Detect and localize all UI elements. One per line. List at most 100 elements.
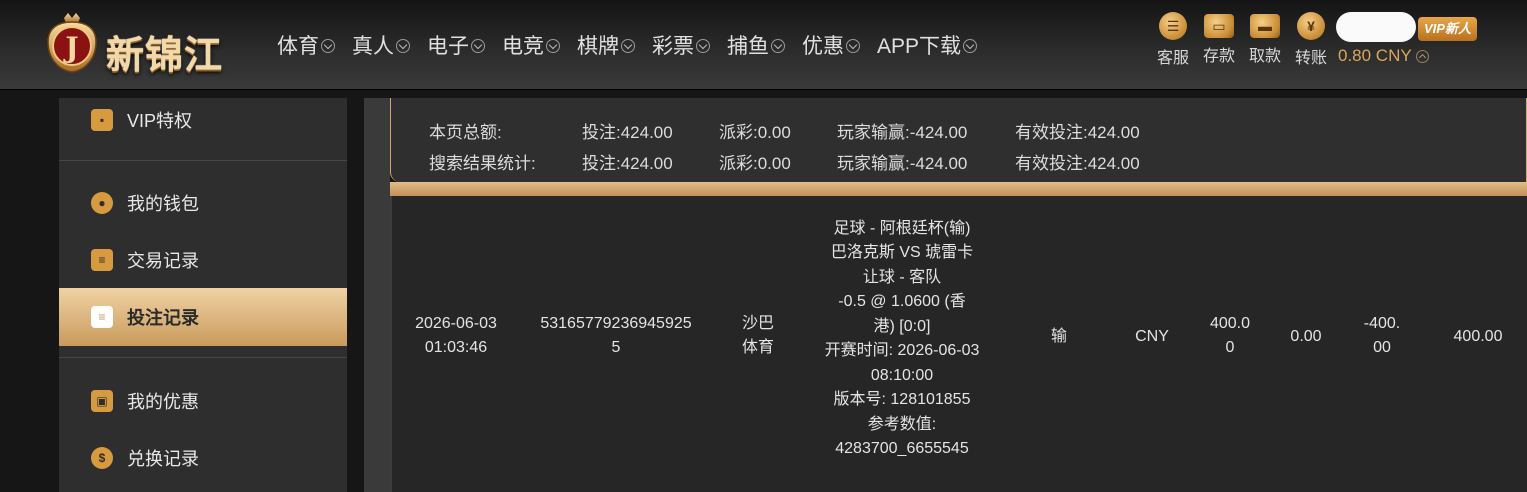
logo-emblem-icon: J [47, 13, 97, 73]
nav-app-download[interactable]: APP下载 [877, 30, 978, 60]
bet-amount-cell: 400.0 0 [1200, 306, 1260, 366]
detail-line: 08:10:00 [870, 366, 934, 384]
table-header-bar [390, 182, 1527, 196]
summary-bet: 投注:424.00 [582, 123, 673, 142]
summary-payout: 派彩:0.00 [719, 123, 791, 142]
sidebar-item-promotions[interactable]: ▣ 我的优惠 [59, 372, 347, 430]
deposit-button[interactable]: ▭ 存款 [1196, 12, 1242, 68]
transfer-button[interactable]: ¥ 转账 [1288, 12, 1334, 68]
nav-label: 电竞 [502, 35, 544, 58]
sidebar-item-transactions[interactable]: ≡ 交易记录 [59, 231, 347, 289]
username-pill[interactable] [1336, 12, 1416, 42]
bet-slip-icon: ≡ [91, 306, 113, 328]
sidebar-item-label: VIP特权 [127, 111, 193, 131]
bet-amount: 400.0 [1209, 314, 1251, 332]
gift-bag-icon: ▣ [91, 390, 113, 412]
account-sidebar: ▪ VIP特权 ● 我的钱包 ≡ 交易记录 ≡ 投注记录 ▣ 我的优惠 $ 兑换… [59, 98, 347, 492]
logo-text: 新锦江 [106, 32, 224, 77]
piggy-bank-icon: ● [91, 192, 113, 214]
sidebar-item-label: 我的优惠 [127, 392, 199, 412]
detail-line: 参考数值: [867, 415, 937, 433]
nav-label: 棋牌 [577, 35, 619, 58]
nav-fishing[interactable]: 捕鱼 [727, 30, 785, 60]
yen-icon: ¥ [1297, 12, 1325, 40]
sidebar-item-wallet[interactable]: ● 我的钱包 [59, 174, 347, 232]
vip-badge: VIP新人 [1418, 17, 1477, 41]
chevron-down-icon [963, 39, 978, 53]
winloss-cell: -400. 00 [1352, 306, 1412, 366]
bet-time: 01:03:46 [424, 339, 488, 356]
nav-sports[interactable]: 体育 [277, 30, 335, 60]
account-tools: ☰ 客服 ▭ 存款 ▬ 取款 ¥ 转账 [1150, 12, 1334, 68]
chevron-down-icon [546, 39, 560, 53]
winloss-amount: -400. [1363, 314, 1401, 332]
chevron-down-icon [396, 39, 410, 53]
svg-text:J: J [62, 31, 78, 64]
chevron-down-icon [696, 39, 710, 53]
detail-line: 开赛时间: 2026-06-03 [824, 342, 980, 359]
main-nav: 体育 真人 电子 电竞 棋牌 彩票 捕鱼 优惠 APP下载 [277, 30, 994, 60]
sidebar-item-bet-records[interactable]: ≡ 投注记录 [59, 288, 347, 346]
nav-promotions[interactable]: 优惠 [802, 30, 860, 60]
order-number-cell[interactable]: 53165779236945925 5 [532, 306, 700, 366]
bet-details-cell: 足球 - 阿根廷杯(输) 巴洛克斯 VS 琥雷卡 让球 - 客队 -0.5 @ … [804, 214, 1000, 464]
nav-lottery[interactable]: 彩票 [652, 30, 710, 60]
nav-cards[interactable]: 棋牌 [577, 30, 635, 60]
chat-icon: ☰ [1159, 12, 1187, 40]
nav-label: 电子 [427, 35, 469, 58]
order-number: 53165779236945925 [540, 314, 692, 332]
detail-line: 让球 - 客队 [862, 268, 942, 286]
summary-valid-bet: 有效投注:424.00 [1015, 154, 1140, 173]
bet-time-cell: 2026-06-03 01:03:46 [400, 306, 512, 366]
order-number-tail: 5 [611, 339, 621, 356]
nav-label: 彩票 [652, 35, 694, 58]
summary-winloss: 玩家输赢:-424.00 [837, 154, 968, 173]
nav-esports[interactable]: 电竞 [502, 30, 560, 60]
nav-live-casino[interactable]: 真人 [352, 30, 410, 60]
detail-line: 4283700_6655545 [835, 440, 969, 457]
payout-cell: 0.00 [1290, 327, 1322, 345]
summary-payout: 派彩:0.00 [719, 154, 791, 173]
platform-type: 体育 [741, 339, 774, 356]
bet-records-table: 2026-06-03 01:03:46 53165779236945925 5 … [390, 196, 1527, 492]
sidebar-item-label: 投注记录 [127, 308, 199, 328]
nav-label: 真人 [352, 35, 394, 58]
balance-dropdown[interactable]: 0.80 CNY [1338, 46, 1429, 66]
summary-bet: 投注:424.00 [582, 154, 673, 173]
tool-label: 存款 [1202, 48, 1235, 65]
sidebar-item-redemptions[interactable]: $ 兑换记录 [59, 429, 347, 487]
chevron-down-icon [771, 39, 785, 53]
chevron-down-icon [471, 39, 485, 53]
sidebar-item-label: 兑换记录 [127, 449, 199, 469]
detail-line: 足球 - 阿根廷杯(输) [833, 219, 971, 237]
chevron-down-icon [321, 39, 335, 53]
tool-label: 取款 [1248, 48, 1281, 65]
withdraw-button[interactable]: ▬ 取款 [1242, 12, 1288, 68]
winloss-tail: 00 [1373, 339, 1391, 356]
summary-panel: 本页总额: 投注:424.00 派彩:0.00 玩家输赢:-424.00 有效投… [390, 98, 1527, 182]
customer-service-button[interactable]: ☰ 客服 [1150, 12, 1196, 68]
detail-line: 港) [0:0] [873, 317, 931, 335]
content-frame [364, 98, 390, 492]
summary-winloss: 玩家输赢:-424.00 [837, 123, 968, 142]
valid-bet-cell: 400.00 [1453, 327, 1503, 345]
money-bag-icon: $ [91, 447, 113, 469]
chevron-down-icon [846, 39, 860, 53]
nav-label: 优惠 [802, 35, 844, 58]
nav-label: 捕鱼 [727, 35, 769, 58]
detail-line: 版本号: 128101855 [833, 391, 971, 408]
summary-title: 搜索结果统计: [429, 154, 536, 173]
nav-label: 体育 [277, 35, 319, 58]
summary-title: 本页总额: [429, 123, 502, 142]
site-logo[interactable]: J 新锦江 [40, 6, 250, 82]
detail-line: -0.5 @ 1.0600 (香 [838, 293, 966, 310]
nav-slots[interactable]: 电子 [427, 30, 485, 60]
chevron-up-icon [1415, 49, 1429, 63]
sidebar-item-vip[interactable]: ▪ VIP特权 [59, 98, 347, 142]
document-icon: ≡ [91, 249, 113, 271]
nav-label: APP下载 [877, 35, 962, 58]
detail-line: 巴洛克斯 VS 琥雷卡 [830, 244, 974, 261]
card-icon: ▬ [1250, 14, 1280, 38]
top-header: J 新锦江 体育 真人 电子 电竞 棋牌 彩票 捕鱼 优惠 APP下载 ☰ 客服… [0, 0, 1527, 90]
result-cell: 输 [1050, 327, 1067, 345]
